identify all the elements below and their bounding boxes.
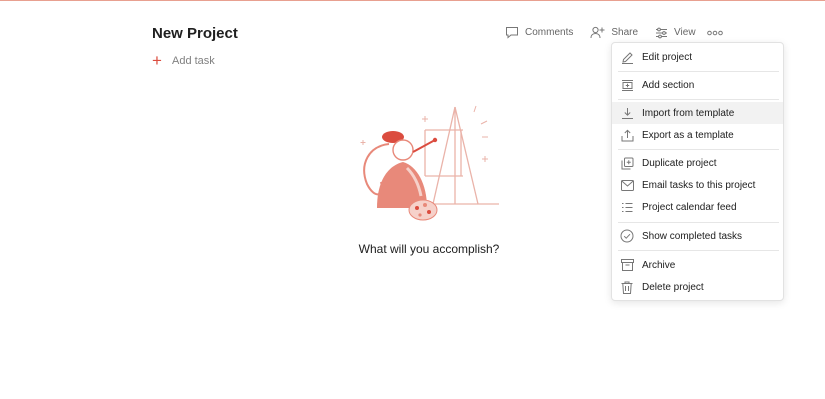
menu-item-label: Import from template xyxy=(642,107,735,119)
add-section-icon xyxy=(620,78,634,92)
menu-item-label: Delete project xyxy=(642,281,704,293)
upload-icon xyxy=(620,128,634,142)
menu-divider xyxy=(618,71,779,72)
menu-item-label: Project calendar feed xyxy=(642,201,737,213)
comments-label: Comments xyxy=(525,27,574,38)
view-button[interactable]: View xyxy=(655,27,696,39)
add-task-button[interactable]: + Add task xyxy=(152,51,215,70)
palette-graphic xyxy=(408,199,438,221)
duplicate-icon xyxy=(620,156,634,170)
share-label: Share xyxy=(611,27,639,38)
menu-item-email-tasks[interactable]: Email tasks to this project xyxy=(612,174,783,196)
check-circle-icon xyxy=(620,229,634,243)
menu-divider xyxy=(618,250,779,251)
empty-state-text: What will you accomplish? xyxy=(358,242,500,256)
archive-icon xyxy=(620,258,634,272)
plus-icon: + xyxy=(152,51,162,70)
menu-item-archive[interactable]: Archive xyxy=(612,254,783,276)
sliders-icon xyxy=(656,27,668,38)
menu-item-duplicate-project[interactable]: Duplicate project xyxy=(612,152,783,174)
menu-item-label: Edit project xyxy=(642,51,693,63)
comments-button[interactable]: Comments xyxy=(505,26,573,39)
view-label: View xyxy=(674,27,696,38)
menu-item-import-from-template[interactable]: Import from template xyxy=(612,102,783,124)
brush-graphic xyxy=(412,139,436,153)
download-icon xyxy=(620,106,634,120)
add-task-label: Add task xyxy=(172,55,215,67)
header-actions: Comments Share View xyxy=(505,26,729,39)
menu-item-calendar-feed[interactable]: Project calendar feed xyxy=(612,196,783,218)
add-person-icon xyxy=(590,26,605,39)
trash-icon xyxy=(620,280,634,294)
menu-item-label: Add section xyxy=(642,79,695,91)
share-button[interactable]: Share xyxy=(590,26,638,39)
menu-divider xyxy=(618,99,779,100)
menu-item-show-completed[interactable]: Show completed tasks xyxy=(612,225,783,247)
empty-state-illustration xyxy=(360,105,499,221)
comment-icon xyxy=(506,27,518,39)
more-horizontal-icon xyxy=(706,30,723,35)
menu-item-add-section[interactable]: Add section xyxy=(612,74,783,96)
menu-item-edit-project[interactable]: Edit project xyxy=(612,46,783,68)
menu-divider xyxy=(618,222,779,223)
more-actions-button[interactable] xyxy=(706,29,729,37)
sparkle-graphic xyxy=(360,105,488,162)
menu-item-delete-project[interactable]: Delete project xyxy=(612,276,783,298)
menu-item-label: Archive xyxy=(642,259,676,271)
menu-divider xyxy=(618,149,779,150)
page-title: New Project xyxy=(152,25,238,42)
top-accent-line xyxy=(0,0,825,1)
menu-item-export-as-template[interactable]: Export as a template xyxy=(612,124,783,146)
menu-item-label: Show completed tasks xyxy=(642,230,743,242)
menu-item-label: Duplicate project xyxy=(642,157,717,169)
project-actions-menu: Edit project Add section Import from tem… xyxy=(611,42,784,301)
pencil-icon xyxy=(620,50,634,64)
menu-item-label: Email tasks to this project xyxy=(642,179,756,191)
head-graphic xyxy=(392,139,414,161)
menu-item-label: Export as a template xyxy=(642,129,734,141)
email-icon xyxy=(620,178,634,192)
list-icon xyxy=(620,200,634,214)
